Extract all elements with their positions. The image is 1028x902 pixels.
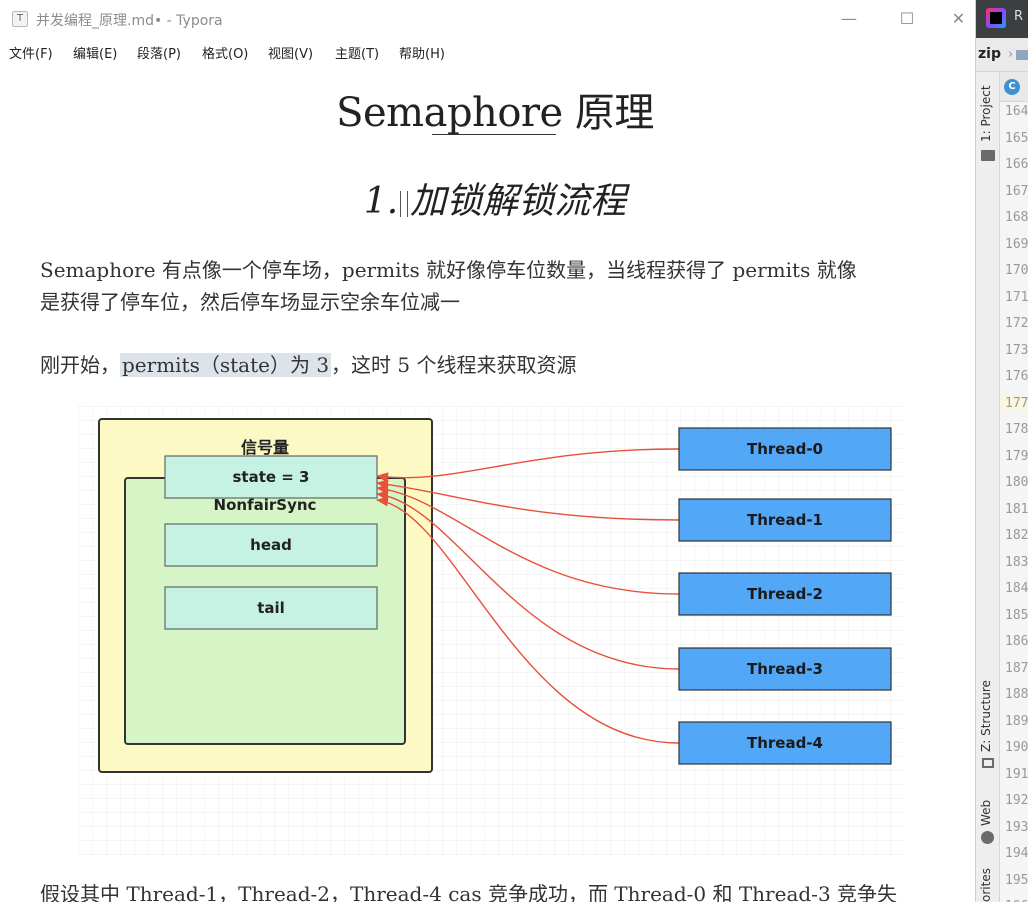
line-number: 173 [1005,342,1028,358]
line-number: 172 [1005,316,1028,331]
heading-underline [432,134,556,135]
line-number: 165 [1005,130,1028,146]
line-number: 194 [1005,846,1028,861]
line-number: 168 [1005,210,1028,225]
ide-breadcrumb: zip › [976,38,1028,72]
line-number: 177 [1000,395,1028,411]
class-file-icon[interactable]: C [1004,79,1020,95]
favorites-tool-tab[interactable]: orites [979,868,993,902]
ide-window-edge: R zip › C 1: Project Z: Structure Web or… [975,0,1028,902]
thread-4-label: Thread-4 [747,734,823,752]
document-editor[interactable]: Semaphore 原理 1. 加锁解锁流程 Semaphore 有点像一个停车场… [0,66,975,902]
line-number: 195 [1005,872,1028,888]
paragraph-1-line-2: 是获得了停车位，然后停车场显示空余车位减一 [40,290,460,314]
heading-2: 1. 加锁解锁流程 [0,172,975,224]
line-number: 188 [1005,687,1028,702]
text-cursor-icon [400,191,409,217]
nonfairsync-label: NonfairSync [214,496,317,514]
structure-tool-tab[interactable]: Z: Structure [979,680,993,752]
maximize-button[interactable]: ☐ [884,4,930,34]
line-number: 190 [1005,740,1028,755]
heading-1: Semaphore 原理 [336,90,654,136]
project-tool-tab[interactable]: 1: Project [979,85,993,142]
line-number: 180 [1005,475,1028,490]
line-number: 191 [1005,766,1028,782]
thread-0-label: Thread-0 [747,440,823,458]
semaphore-diagram: 信号量 NonfairSync state = 3 head tail Thread… [78,406,904,856]
project-folder-icon [981,150,995,161]
line-number: 171 [1005,289,1028,305]
heading-2-number: 1. [363,181,399,222]
tool-window-strip: 1: Project Z: Structure Web orites [976,72,1000,902]
paragraph-2-end: ，这时 5 个线程来获取资源 [331,353,577,377]
paragraph-3: 假设其中 Thread-1，Thread-2，Thread-4 cas 竞争成功… [40,882,898,902]
menu-theme[interactable]: 主题(T) [335,43,379,62]
ide-menu-r[interactable]: R [1014,9,1023,24]
semaphore-label: 信号量 [241,438,289,457]
paragraph-1: Semaphore 有点像一个停车场，permits 就好像停车位数量，当线程获… [40,254,960,318]
close-button[interactable]: ✕ [942,4,975,34]
line-number: 178 [1005,422,1028,437]
menu-file[interactable]: 文件(F) [9,43,53,62]
line-number: 176 [1005,369,1028,384]
thread-2-label: Thread-2 [747,585,823,603]
line-number: 166 [1005,157,1028,172]
ide-title-bar: R [976,0,1028,38]
line-number: 183 [1005,554,1028,570]
line-number-gutter: 164 165 166 167 168 169 170 171 172 173 176 177 178 1… [1000,102,1028,902]
highlighted-text: permits（state）为 3 [120,353,332,377]
structure-icon [982,758,994,768]
line-number: 185 [1005,607,1028,623]
web-tool-tab[interactable]: Web [979,800,993,826]
typora-app-icon: T [12,11,28,27]
breadcrumb-zip[interactable]: zip [978,46,1001,62]
line-number: 192 [1005,793,1028,808]
line-number: 189 [1005,713,1028,729]
heading-2-text: 加锁解锁流程 [410,181,627,222]
field-head-label: head [250,536,292,554]
title-bar: T 并发编程_原理.md• - Typora — ☐ ✕ [0,0,975,38]
field-state-label: state = 3 [232,468,309,486]
line-number: 187 [1005,660,1028,676]
field-boxes: state = 3 head tail [164,455,378,630]
menu-paragraph[interactable]: 段落(P) [137,43,181,62]
thread-1-label: Thread-1 [747,511,823,529]
paragraph-2-start: 刚开始， [40,353,120,377]
thread-3-label: Thread-3 [747,660,823,678]
typora-window: T 并发编程_原理.md• - Typora — ☐ ✕ 文件(F) 编辑(E)… [0,0,975,902]
paragraph-1-line-1: Semaphore 有点像一个停车场，permits 就好像停车位数量，当线程获… [40,258,857,282]
menu-help[interactable]: 帮助(H) [399,43,445,62]
minimize-button[interactable]: — [826,4,872,34]
line-number: 193 [1005,819,1028,835]
line-number: 181 [1005,501,1028,517]
diagram-canvas: 信号量 NonfairSync state = 3 head tail Thread… [78,406,904,856]
line-number: 170 [1005,263,1028,278]
window-title: 并发编程_原理.md• - Typora [36,13,223,29]
line-number: 169 [1005,236,1028,252]
menu-bar: 文件(F) 编辑(E) 段落(P) 格式(O) 视图(V) 主题(T) 帮助(H… [0,38,975,66]
line-number: 179 [1005,448,1028,464]
menu-view[interactable]: 视图(V) [268,43,313,62]
folder-icon [1016,50,1028,60]
field-tail-label: tail [257,599,285,617]
line-number: 184 [1005,581,1028,596]
intellij-logo-icon [986,8,1006,28]
web-globe-icon [981,831,994,844]
menu-format[interactable]: 格式(O) [202,43,248,62]
paragraph-2: 刚开始， permits（state）为 3 ，这时 5 个线程来获取资源 [40,349,960,381]
menu-edit[interactable]: 编辑(E) [73,43,117,62]
chevron-right-icon: › [1008,47,1014,62]
line-number: 182 [1005,528,1028,543]
line-number: 164 [1005,104,1028,119]
line-number: 186 [1005,634,1028,649]
line-number: 167 [1005,183,1028,199]
